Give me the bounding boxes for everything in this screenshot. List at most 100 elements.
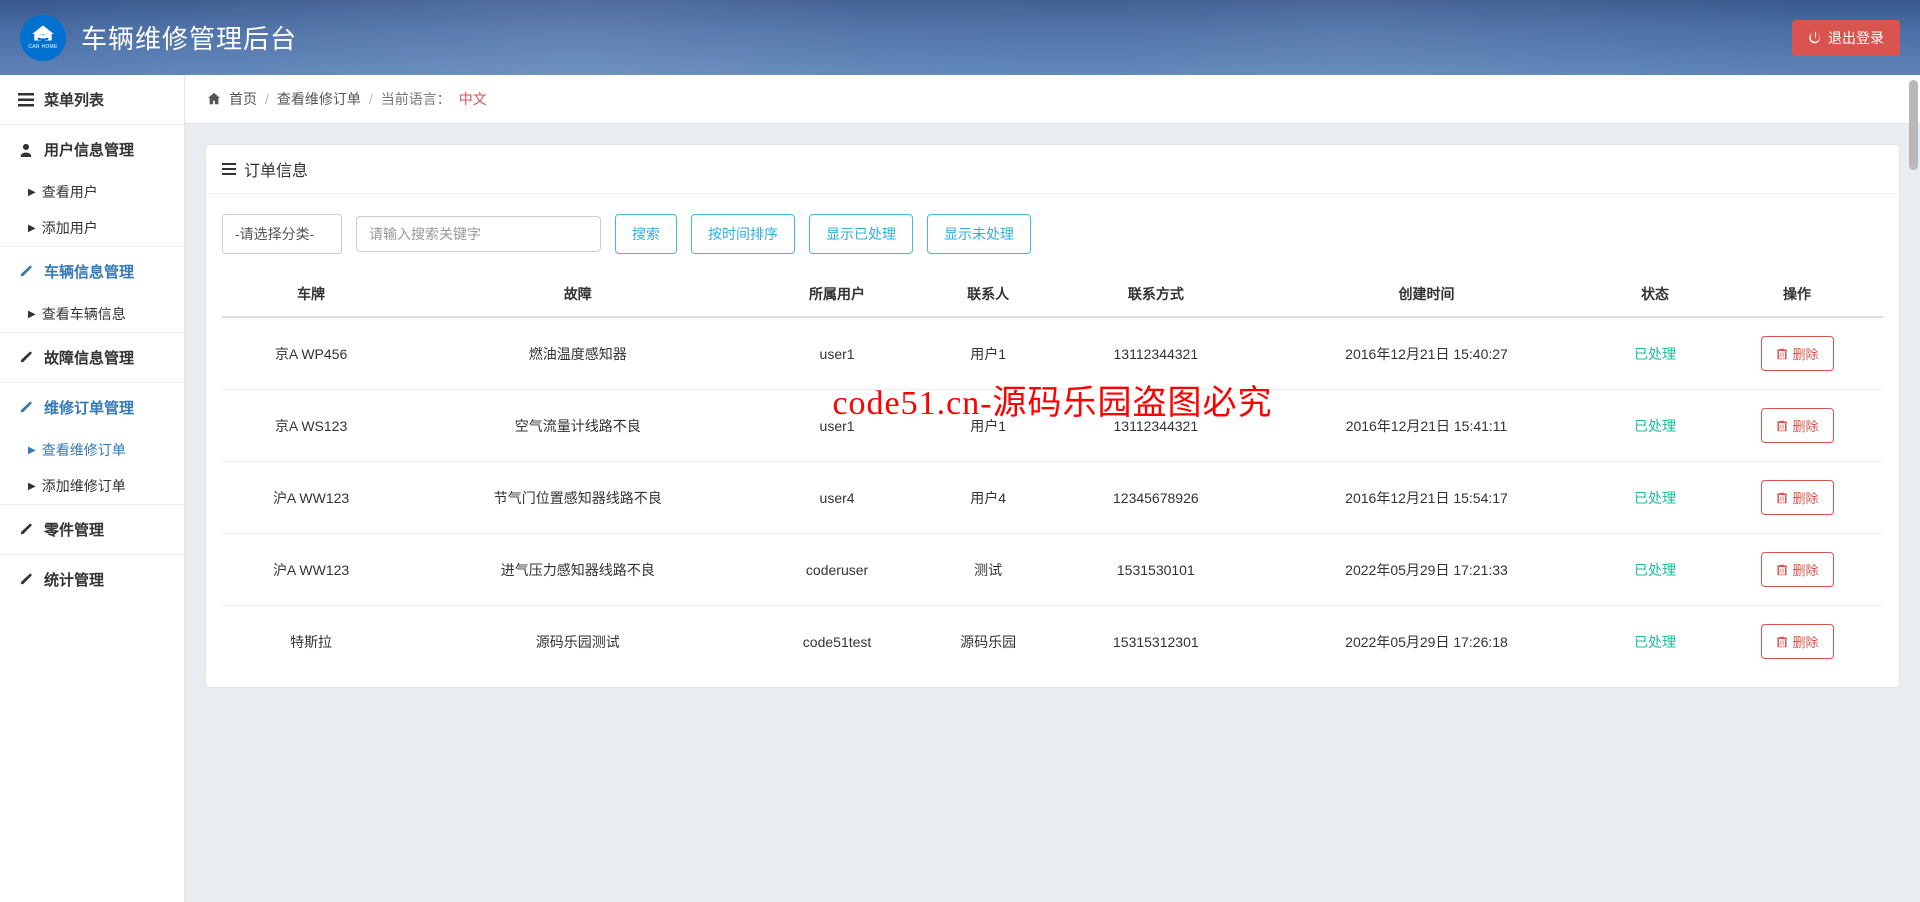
sidebar-heading: 菜单列表 [0,75,184,125]
status-badge: 已处理 [1634,346,1676,362]
panel-title: 订单信息 [244,157,308,181]
caret-icon: ▶ [28,187,36,198]
power-icon [1808,31,1822,45]
column-header: 联系方式 [1058,272,1254,317]
trash-icon [1776,492,1788,504]
edit-icon [18,400,34,416]
scrollbar[interactable] [1909,80,1918,170]
column-header: 操作 [1711,272,1883,317]
status-badge: 已处理 [1634,418,1676,434]
table-row: 京A WP456燃油温度感知器user1用户1131123443212016年1… [222,317,1883,390]
column-header: 所属用户 [755,272,918,317]
table-cell: code51test [755,606,918,678]
table-row: 京A WS123空气流量计线路不良user1用户1131123443212016… [222,390,1883,462]
order-table: 车牌故障所属用户联系人联系方式创建时间状态操作 京A WP456燃油温度感知器u… [222,272,1883,677]
delete-button[interactable]: 删除 [1761,552,1834,587]
menu-group[interactable]: 零件管理 [0,505,184,554]
table-cell: user1 [755,390,918,462]
delete-button[interactable]: 删除 [1761,624,1834,659]
caret-icon: ▶ [28,309,36,320]
menu-sub-item[interactable]: ▶ 查看车辆信息 [0,296,184,332]
menu-group-label: 故障信息管理 [44,347,134,368]
menu-sub-item[interactable]: ▶添加维修订单 [0,468,184,504]
menu-icon [222,163,236,175]
column-header: 创建时间 [1254,272,1599,317]
table-cell: 源码乐园 [919,606,1058,678]
table-cell: 节气门位置感知器线路不良 [400,462,755,534]
table-cell: 源码乐园测试 [400,606,755,678]
main: 首页 / 查看维修订单 / 当前语言： 中文 订单信息 -请选择分类- 搜索 按… [185,75,1920,902]
filter-row: -请选择分类- 搜索 按时间排序 显示已处理 显示未处理 [222,214,1883,254]
search-input[interactable] [356,216,601,252]
home-icon [207,92,221,106]
app-title: 车辆维修管理后台 [81,19,297,56]
caret-icon: ▶ [28,445,36,456]
sort-time-button[interactable]: 按时间排序 [691,214,795,254]
table-cell: 空气流量计线路不良 [400,390,755,462]
menu-group[interactable]: 用户信息管理 [0,125,184,174]
search-button[interactable]: 搜索 [615,214,677,254]
column-header: 车牌 [222,272,400,317]
menu-group-label: 用户信息管理 [44,139,134,160]
menu-group[interactable]: 故障信息管理 [0,333,184,382]
table-cell: 15315312301 [1058,606,1254,678]
column-header: 故障 [400,272,755,317]
order-panel: 订单信息 -请选择分类- 搜索 按时间排序 显示已处理 显示未处理 车牌故障所属… [205,144,1900,688]
table-cell: 13112344321 [1058,317,1254,390]
menu-sub-label: 查看用户 [42,182,98,202]
caret-icon: ▶ [28,223,36,234]
trash-icon [1776,420,1788,432]
column-header: 状态 [1599,272,1711,317]
menu-sub-label: 查看车辆信息 [42,304,126,324]
table-cell: 2022年05月29日 17:26:18 [1254,606,1599,678]
list-icon [18,93,34,107]
table-cell: 2016年12月21日 15:54:17 [1254,462,1599,534]
table-cell: 用户1 [919,317,1058,390]
breadcrumb: 首页 / 查看维修订单 / 当前语言： 中文 [185,75,1920,124]
category-select[interactable]: -请选择分类- [222,214,342,254]
show-done-button[interactable]: 显示已处理 [809,214,913,254]
brand: CAR HOME 车辆维修管理后台 [20,15,297,61]
menu-sub-label: 查看维修订单 [42,440,126,460]
menu-sub-item[interactable]: ▶ 查看用户 [0,174,184,210]
logo-text: CAR HOME [28,44,57,50]
sidebar: 菜单列表 用户信息管理 ▶ 查看用户 ▶ 添加用户车辆信息管理 ▶ 查看车辆信息故障信息管理… [0,75,185,902]
lang-value[interactable]: 中文 [459,89,487,109]
table-cell: 用户1 [919,390,1058,462]
menu-group[interactable]: 车辆信息管理 [0,247,184,296]
edit-icon [18,350,34,366]
edit-icon [18,522,34,538]
menu-group[interactable]: 统计管理 [0,555,184,604]
topbar: CAR HOME 车辆维修管理后台 退出登录 [0,0,1920,75]
table-cell: 京A WP456 [222,317,400,390]
car-home-icon [30,25,56,43]
status-badge: 已处理 [1634,490,1676,506]
breadcrumb-home[interactable]: 首页 [229,89,257,109]
table-cell: 沪A WW123 [222,462,400,534]
show-undone-button[interactable]: 显示未处理 [927,214,1031,254]
logout-button[interactable]: 退出登录 [1792,20,1900,56]
logo: CAR HOME [20,15,66,61]
column-header: 联系人 [919,272,1058,317]
menu-group[interactable]: 维修订单管理 [0,383,184,432]
delete-button[interactable]: 删除 [1761,408,1834,443]
table-cell: 进气压力感知器线路不良 [400,534,755,606]
table-cell: user4 [755,462,918,534]
delete-button[interactable]: 删除 [1761,480,1834,515]
trash-icon [1776,564,1788,576]
table-row: 沪A WW123进气压力感知器线路不良coderuser测试1531530101… [222,534,1883,606]
table-cell: 京A WS123 [222,390,400,462]
table-cell: 12345678926 [1058,462,1254,534]
edit-icon [18,572,34,588]
delete-button[interactable]: 删除 [1761,336,1834,371]
menu-sub-item[interactable]: ▶ 添加用户 [0,210,184,246]
menu-sub-item[interactable]: ▶ 查看维修订单 [0,432,184,468]
panel-header: 订单信息 [206,145,1899,194]
trash-icon [1776,348,1788,360]
menu-group-label: 统计管理 [44,569,104,590]
table-cell: 测试 [919,534,1058,606]
menu-sub-label: 添加用户 [42,218,98,238]
table-row: 沪A WW123节气门位置感知器线路不良user4用户4123456789262… [222,462,1883,534]
table-row: 特斯拉源码乐园测试code51test源码乐园153153123012022年0… [222,606,1883,678]
table-cell: 用户4 [919,462,1058,534]
